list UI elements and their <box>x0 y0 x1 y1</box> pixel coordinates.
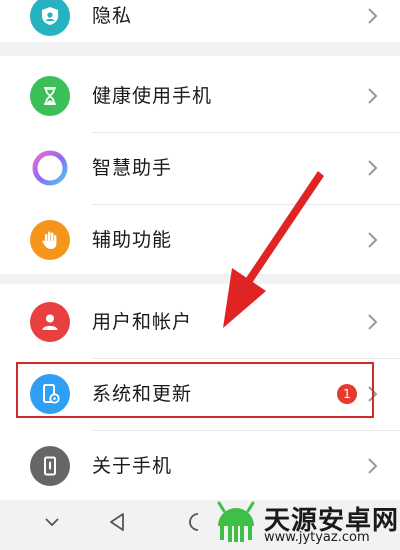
chevron-right-icon <box>368 8 378 24</box>
settings-item-accessibility[interactable]: 辅助功能 <box>0 204 400 276</box>
privacy-shield-icon <box>30 0 70 36</box>
settings-item-label: 隐私 <box>92 5 133 27</box>
user-icon <box>30 302 70 342</box>
hand-icon <box>30 220 70 260</box>
chevron-right-icon <box>368 160 378 176</box>
settings-item-smart-assistant[interactable]: 智慧助手 <box>0 132 400 204</box>
back-icon[interactable] <box>108 512 126 532</box>
settings-item-about-phone[interactable]: 关于手机 <box>0 430 400 502</box>
chevron-down-icon[interactable] <box>44 516 60 528</box>
settings-item-label: 关于手机 <box>92 455 173 477</box>
settings-item-label: 健康使用手机 <box>92 85 213 107</box>
settings-item-label: 辅助功能 <box>92 229 173 251</box>
settings-item-privacy[interactable]: 隐私 <box>0 0 400 52</box>
chevron-right-icon <box>368 88 378 104</box>
watermark-logo-icon <box>217 501 255 542</box>
settings-item-digital-balance[interactable]: 健康使用手机 <box>0 60 400 132</box>
settings-item-users-accounts[interactable]: 用户和帐户 <box>0 286 400 358</box>
home-icon[interactable] <box>188 512 208 532</box>
hourglass-icon <box>30 76 70 116</box>
settings-item-label: 用户和帐户 <box>92 311 193 333</box>
highlight-box <box>16 362 374 418</box>
chevron-right-icon <box>368 314 378 330</box>
chevron-right-icon <box>368 458 378 474</box>
assistant-ring-icon <box>30 148 70 188</box>
phone-info-icon <box>30 446 70 486</box>
watermark-url: www.jytyaz.com <box>264 530 370 545</box>
settings-item-label: 智慧助手 <box>92 157 173 179</box>
settings-group-2: 健康使用手机 智慧助手 辅助功能 <box>0 56 400 274</box>
settings-group-1: 隐私 <box>0 0 400 42</box>
chevron-right-icon <box>368 232 378 248</box>
